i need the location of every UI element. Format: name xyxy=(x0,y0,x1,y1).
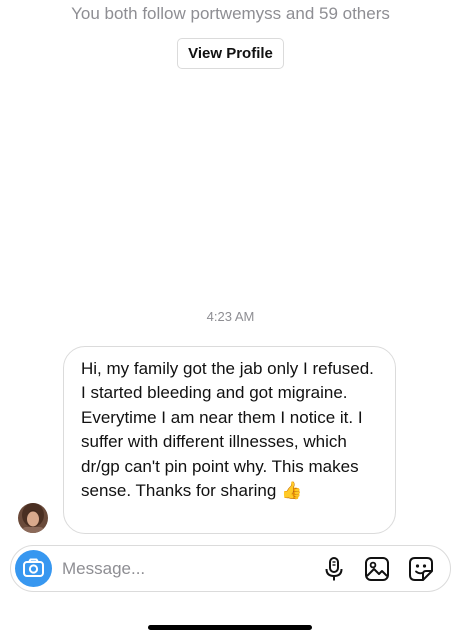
mutual-followers-text: You both follow portwemyss and 59 others xyxy=(71,4,390,23)
message-timestamp: 4:23 AM xyxy=(206,309,255,324)
message-input[interactable] xyxy=(62,555,302,583)
sticker-button[interactable] xyxy=(406,554,436,584)
message-composer xyxy=(10,545,451,592)
camera-icon xyxy=(23,558,44,577)
home-indicator[interactable] xyxy=(148,625,312,630)
sticker-icon xyxy=(409,557,433,581)
avatar[interactable] xyxy=(18,503,48,533)
message-bubble[interactable]: Hi, my family got the jab only I refused… xyxy=(63,346,396,534)
camera-button[interactable] xyxy=(15,550,52,587)
message-text: Hi, my family got the jab only I refused… xyxy=(81,359,374,501)
gallery-button[interactable] xyxy=(362,554,392,584)
microphone-icon xyxy=(325,557,343,581)
avatar-image xyxy=(18,503,48,533)
view-profile-button[interactable]: View Profile xyxy=(177,38,284,69)
gallery-icon xyxy=(365,557,389,581)
microphone-button[interactable] xyxy=(319,554,349,584)
